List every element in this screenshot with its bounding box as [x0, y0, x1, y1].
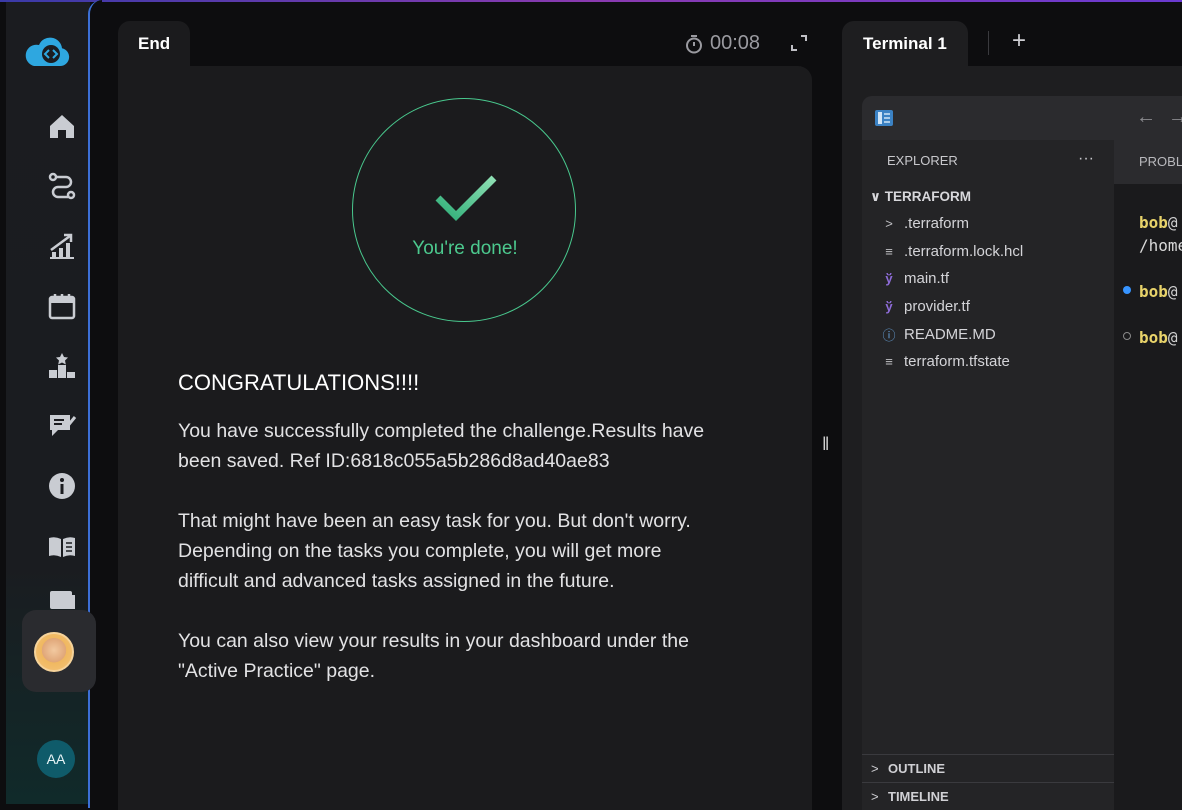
avatar[interactable] — [34, 632, 74, 672]
chevron-right-icon: > — [871, 789, 879, 804]
book-icon[interactable] — [44, 528, 80, 564]
timer-value: 00:08 — [710, 32, 761, 54]
growth-chart-icon[interactable] — [44, 228, 80, 264]
leaderboard-icon[interactable] — [44, 348, 80, 384]
tree-item-label: main.tf — [904, 270, 950, 287]
encouragement-line-3: difficult and advanced tasks assigned in… — [178, 570, 615, 592]
terminal-line-3: bob@ — [1139, 282, 1178, 301]
done-label: You're done! — [412, 238, 518, 259]
lines-file-icon: ≡ — [885, 244, 893, 259]
encouragement-line-1: That might have been an easy task for yo… — [178, 510, 691, 532]
route-icon[interactable] — [44, 168, 80, 204]
vscode-titlebar — [862, 96, 1182, 140]
encouragement-line-2: Depending on the tasks you complete, you… — [178, 540, 662, 562]
congrats-heading: CONGRATULATIONS!!!! — [178, 370, 420, 395]
tree-item-terraform-folder[interactable]: > .terraform — [880, 215, 969, 232]
timeline-label: TIMELINE — [888, 789, 949, 804]
stopwatch-icon — [686, 34, 702, 53]
tree-item-tfstate[interactable]: ≡ terraform.tfstate — [880, 353, 1010, 370]
tree-root-terraform[interactable]: ∨ TERRAFORM — [870, 189, 971, 205]
tree-item-lock-file[interactable]: ≡ .terraform.lock.hcl — [880, 243, 1023, 260]
user-initials-avatar[interactable]: AA — [37, 740, 75, 778]
terminal-line-1: bob@ — [1139, 213, 1178, 232]
tree-item-label: .terraform.lock.hcl — [904, 243, 1024, 260]
cloud-code-logo[interactable] — [22, 36, 72, 70]
encouragement-paragraph: That might have been an easy task for yo… — [178, 506, 778, 596]
dashboard-line-1: You can also view your results in your d… — [178, 630, 689, 652]
tab-problems[interactable]: PROBLEMS — [1139, 154, 1182, 169]
panel-resize-handle[interactable]: ‖ — [822, 434, 830, 454]
command-status-dot — [1123, 286, 1131, 294]
tree-item-label: terraform.tfstate — [904, 353, 1010, 370]
command-status-dot — [1123, 332, 1131, 340]
result-line-2: been saved. Ref ID:6818c055a5b286d8ad40a… — [178, 450, 610, 472]
tab-end[interactable]: End — [118, 21, 190, 71]
dashboard-paragraph: You can also view your results in your d… — [178, 626, 778, 686]
timeline-section[interactable]: > TIMELINE — [862, 782, 1114, 810]
tab-terminal-label: Terminal 1 — [863, 34, 947, 53]
vscode-menu-icon[interactable] — [874, 108, 894, 128]
nav-back-forward[interactable]: ←→ — [1136, 106, 1182, 129]
chevron-down-icon: ∨ — [870, 189, 881, 204]
terminal-output[interactable] — [1114, 184, 1182, 810]
tree-item-label: provider.tf — [904, 298, 970, 315]
terminal-line-2: /home — [1139, 236, 1182, 255]
tree-item-label: .terraform — [904, 215, 970, 232]
outline-label: OUTLINE — [888, 761, 946, 776]
tree-item-main-tf[interactable]: ў main.tf — [880, 270, 949, 287]
fullscreen-icon[interactable] — [790, 34, 808, 52]
terminal-line-4: bob@ — [1139, 328, 1178, 347]
explorer-sidebar — [862, 140, 1114, 810]
chevron-right-icon: > — [885, 216, 893, 231]
chevron-right-icon: > — [871, 761, 879, 776]
dashboard-line-2: "Active Practice" page. — [178, 660, 376, 682]
result-paragraph: You have successfully completed the chal… — [178, 416, 778, 476]
home-icon[interactable] — [44, 108, 80, 144]
info-file-icon: ⓘ — [882, 328, 896, 343]
outline-section[interactable]: > OUTLINE — [862, 754, 1114, 782]
explorer-title: EXPLORER — [887, 153, 958, 168]
result-line-1: You have successfully completed the chal… — [178, 420, 705, 442]
tree-root-label: TERRAFORM — [884, 189, 971, 204]
tab-divider — [988, 31, 989, 55]
card-icon[interactable] — [44, 588, 80, 610]
tab-terminal-1[interactable]: Terminal 1 — [842, 21, 968, 67]
checkmark-icon — [435, 175, 497, 221]
tab-end-label: End — [138, 34, 171, 53]
calendar-icon[interactable] — [44, 288, 80, 324]
tree-item-label: README.MD — [904, 326, 996, 343]
notes-icon[interactable] — [44, 408, 80, 444]
timer: 00:08 — [684, 32, 760, 55]
terraform-icon: ў — [885, 299, 893, 314]
lines-file-icon: ≡ — [885, 354, 893, 369]
add-tab-button[interactable]: + — [1012, 27, 1026, 55]
tree-item-readme[interactable]: ⓘ README.MD — [880, 325, 996, 344]
more-actions-icon[interactable]: ··· — [1078, 150, 1094, 168]
tree-item-provider-tf[interactable]: ў provider.tf — [880, 298, 970, 315]
terraform-icon: ў — [885, 271, 893, 286]
top-gradient-line — [0, 0, 1182, 2]
info-icon[interactable] — [44, 468, 80, 504]
